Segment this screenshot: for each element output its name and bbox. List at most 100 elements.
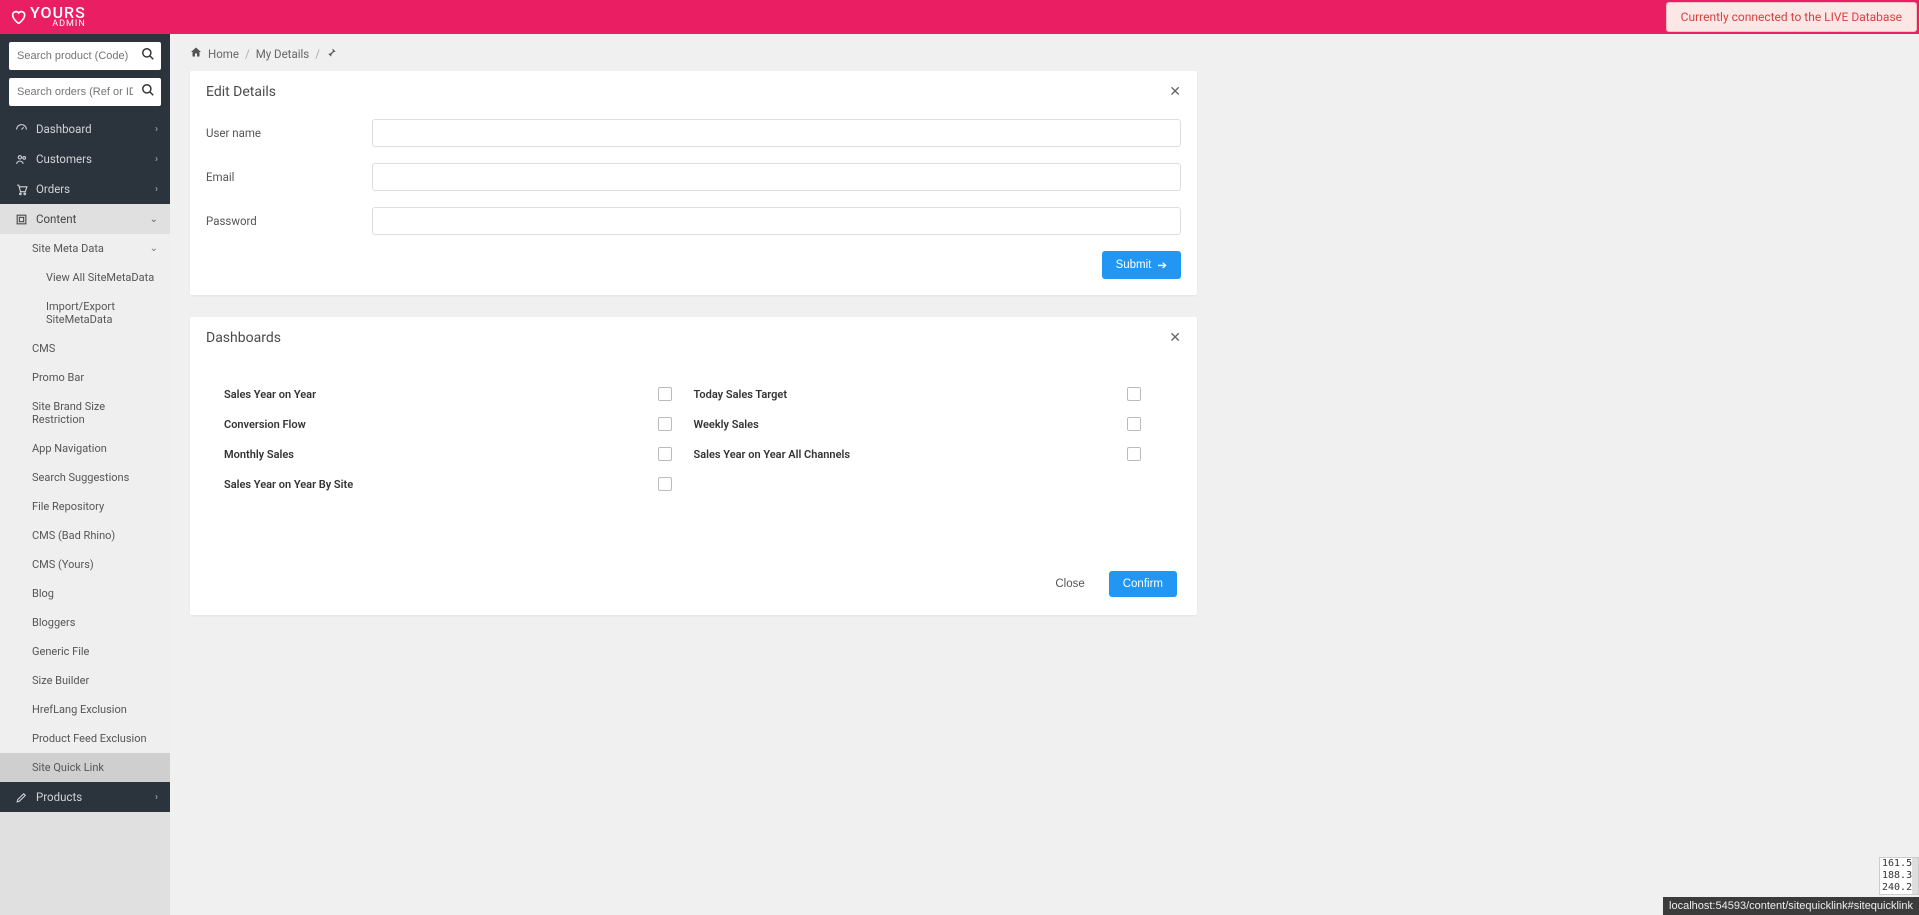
sidebar-item-label: CMS <box>32 342 158 355</box>
search-product-input[interactable] <box>9 42 161 70</box>
dashboard-option-checkbox[interactable] <box>658 477 672 491</box>
sidebar-item-label: CMS (Bad Rhino) <box>32 529 158 542</box>
sidebar-item-label: Size Builder <box>32 674 158 687</box>
card-title: Edit Details <box>206 84 276 100</box>
stat-bar-icon <box>1912 870 1918 882</box>
sidebar-item-label: Content <box>36 212 150 226</box>
email-input[interactable] <box>372 163 1181 191</box>
sidebar-item-dashboard[interactable]: Dashboard › <box>0 114 170 144</box>
sidebar-item-product-feed-exclusion[interactable]: Product Feed Exclusion <box>0 724 170 753</box>
dashboards-left-column: Sales Year on Year Conversion Flow Month… <box>224 379 694 499</box>
sidebar-item-promo-bar[interactable]: Promo Bar <box>0 363 170 392</box>
close-icon[interactable]: ✕ <box>1169 330 1181 346</box>
dashboards-right-column: Today Sales Target Weekly Sales Sales Ye… <box>694 379 1164 499</box>
password-label: Password <box>206 214 372 228</box>
sidebar-item-size-builder[interactable]: Size Builder <box>0 666 170 695</box>
search-icon[interactable] <box>141 83 155 101</box>
brand-logo: YOURS ADMIN <box>10 5 86 29</box>
dashboard-option: Sales Year on Year All Channels <box>694 439 1164 469</box>
chevron-right-icon: › <box>155 792 158 803</box>
sidebar-item-label: HrefLang Exclusion <box>32 703 158 716</box>
search-orders-input[interactable] <box>9 78 161 106</box>
dashboard-option-label: Sales Year on Year All Channels <box>694 448 851 461</box>
sidebar: Dashboard › Customers › Orders › Content… <box>0 34 170 915</box>
dashboard-option-label: Monthly Sales <box>224 448 294 461</box>
sidebar-item-label: File Repository <box>32 500 158 513</box>
live-database-banner: Currently connected to the LIVE Database <box>1666 2 1917 32</box>
sidebar-item-site-quick-link[interactable]: Site Quick Link <box>0 753 170 782</box>
sidebar-item-label: Blog <box>32 587 158 600</box>
cart-icon <box>12 183 30 196</box>
dashboard-option-label: Conversion Flow <box>224 418 306 431</box>
sidebar-item-cms-bad-rhino[interactable]: CMS (Bad Rhino) <box>0 521 170 550</box>
dashboard-option: Weekly Sales <box>694 409 1164 439</box>
sidebar-item-orders[interactable]: Orders › <box>0 174 170 204</box>
dashboard-option-checkbox[interactable] <box>658 417 672 431</box>
app-header: YOURS ADMIN Currently connected to the L… <box>0 0 1919 34</box>
sidebar-item-bloggers[interactable]: Bloggers <box>0 608 170 637</box>
sidebar-item-generic-file[interactable]: Generic File <box>0 637 170 666</box>
dashboard-option-label: Sales Year on Year <box>224 388 316 401</box>
sidebar-item-app-navigation[interactable]: App Navigation <box>0 434 170 463</box>
stat-value: 188.3 <box>1882 870 1912 882</box>
sidebar-item-label: Import/Export SiteMetaData <box>46 300 158 326</box>
dashboard-option: Conversion Flow <box>224 409 694 439</box>
dashboard-option-label: Sales Year on Year By Site <box>224 478 353 491</box>
pin-icon[interactable] <box>326 47 337 61</box>
edit-details-card: Edit Details ✕ User name Email Password … <box>190 71 1197 295</box>
chevron-down-icon: ⌄ <box>150 243 158 254</box>
close-icon[interactable]: ✕ <box>1169 84 1181 100</box>
username-input[interactable] <box>372 119 1181 147</box>
sidebar-item-label: View All SiteMetaData <box>46 271 158 284</box>
stat-bar-icon <box>1912 882 1918 894</box>
sidebar-item-content[interactable]: Content ⌄ <box>0 204 170 234</box>
sidebar-item-label: Customers <box>36 152 155 166</box>
sidebar-item-customers[interactable]: Customers › <box>0 144 170 174</box>
card-title: Dashboards <box>206 330 281 346</box>
home-icon[interactable] <box>190 46 202 61</box>
sidebar-item-site-brand-size[interactable]: Site Brand Size Restriction <box>0 392 170 434</box>
sidebar-item-cms-yours[interactable]: CMS (Yours) <box>0 550 170 579</box>
dashboard-option-checkbox[interactable] <box>658 447 672 461</box>
dashboard-option-checkbox[interactable] <box>658 387 672 401</box>
sidebar-item-cms[interactable]: CMS <box>0 334 170 363</box>
close-button[interactable]: Close <box>1041 571 1098 597</box>
arrow-right-icon: ➔ <box>1157 258 1167 272</box>
sidebar-item-import-export-smd[interactable]: Import/Export SiteMetaData <box>0 292 170 334</box>
chevron-right-icon: › <box>155 124 158 135</box>
dashboard-option-checkbox[interactable] <box>1127 417 1141 431</box>
dashboard-option-checkbox[interactable] <box>1127 387 1141 401</box>
sidebar-item-label: Dashboard <box>36 122 155 136</box>
breadcrumb-my-details[interactable]: My Details <box>256 47 310 61</box>
users-icon <box>12 153 30 166</box>
breadcrumb: Home / My Details / <box>190 34 1899 71</box>
sidebar-item-label: Orders <box>36 182 155 196</box>
search-icon[interactable] <box>141 47 155 65</box>
breadcrumb-separator: / <box>315 47 320 61</box>
sidebar-item-label: Bloggers <box>32 616 158 629</box>
stat-bar-icon <box>1912 858 1918 870</box>
dashboard-option: Monthly Sales <box>224 439 694 469</box>
heart-icon <box>10 9 26 25</box>
submit-button[interactable]: Submit ➔ <box>1102 251 1181 279</box>
confirm-button[interactable]: Confirm <box>1109 571 1177 597</box>
sidebar-item-file-repository[interactable]: File Repository <box>0 492 170 521</box>
sidebar-item-site-meta-data[interactable]: Site Meta Data ⌄ <box>0 234 170 263</box>
sidebar-item-label: Site Brand Size Restriction <box>32 400 158 426</box>
sidebar-item-hreflang-exclusion[interactable]: HrefLang Exclusion <box>0 695 170 724</box>
dashboard-option-checkbox[interactable] <box>1127 447 1141 461</box>
password-input[interactable] <box>372 207 1181 235</box>
sidebar-item-search-suggestions[interactable]: Search Suggestions <box>0 463 170 492</box>
username-label: User name <box>206 126 372 140</box>
content-icon <box>12 213 30 226</box>
main-content: Home / My Details / Edit Details ✕ User … <box>170 34 1919 915</box>
sidebar-item-products[interactable]: Products › <box>0 782 170 812</box>
sidebar-item-label: Search Suggestions <box>32 471 158 484</box>
breadcrumb-home[interactable]: Home <box>208 47 239 61</box>
gauge-icon <box>12 123 30 136</box>
sidebar-item-blog[interactable]: Blog <box>0 579 170 608</box>
dashboard-option: Sales Year on Year By Site <box>224 469 694 499</box>
breadcrumb-separator: / <box>245 47 250 61</box>
sidebar-item-view-all-smd[interactable]: View All SiteMetaData <box>0 263 170 292</box>
sidebar-item-label: Products <box>36 790 155 804</box>
